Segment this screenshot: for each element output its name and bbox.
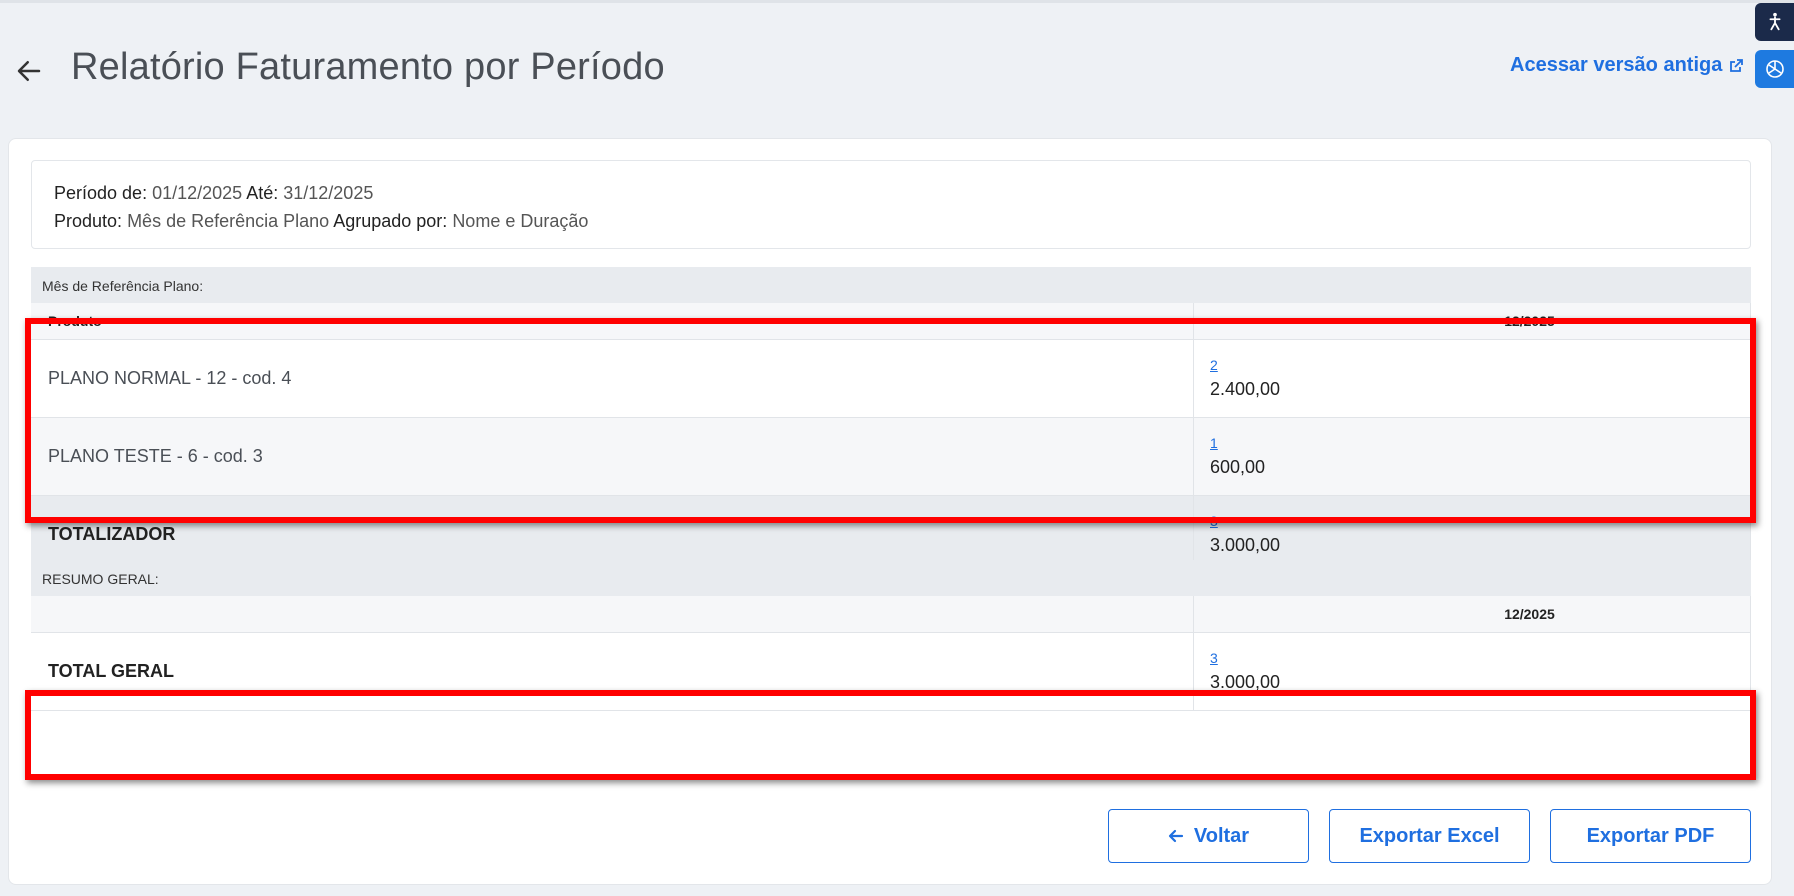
amount: 600,00 <box>1210 456 1266 477</box>
summary-col-period: 12/2025 <box>1193 596 1751 633</box>
total-amount: 3.000,00 <box>1210 534 1281 555</box>
ai-assistant-button[interactable] <box>1755 50 1794 88</box>
arrow-left-icon <box>1168 829 1183 843</box>
grand-total-amount: 3.000,00 <box>1210 671 1281 692</box>
export-pdf-label: Exportar PDF <box>1586 824 1715 847</box>
table-row: PLANO NORMAL - 12 - cod. 4 2 2.400,00 <box>31 339 1751 418</box>
summary-col-empty <box>31 596 1194 633</box>
report-section: Mês de Referência Plano: Produto 12/2025… <box>31 267 1751 574</box>
filter-summary: Período de: 01/12/2025 Até: 31/12/2025 P… <box>31 160 1751 249</box>
export-pdf-button[interactable]: Exportar PDF <box>1550 809 1751 863</box>
period-line: Período de: 01/12/2025 Até: 31/12/2025 <box>54 179 1728 207</box>
grouped-value: Nome e Duração <box>452 211 589 231</box>
page-header: Relatório Faturamento por Período Acessa… <box>0 30 1794 110</box>
top-divider <box>0 0 1794 3</box>
grand-total-label: TOTAL GERAL <box>31 632 1194 711</box>
grand-total-count-link[interactable]: 3 <box>1210 650 1750 666</box>
product-line: Produto: Mês de Referência Plano Agrupad… <box>54 207 1728 235</box>
ai-assistant-icon <box>1765 60 1784 78</box>
col-period: 12/2025 <box>1193 303 1751 340</box>
count-link[interactable]: 2 <box>1210 357 1750 373</box>
summary-header-row: 12/2025 <box>31 596 1751 633</box>
period-from: 01/12/2025 <box>152 183 243 203</box>
period-label: Período de: <box>54 183 148 203</box>
external-link-icon <box>1730 59 1744 72</box>
export-excel-button[interactable]: Exportar Excel <box>1329 809 1530 863</box>
until-label: Até: <box>246 183 279 203</box>
accessibility-icon <box>1769 12 1780 31</box>
page-title: Relatório Faturamento por Período <box>71 46 665 88</box>
table-header-row: Produto 12/2025 <box>31 303 1751 340</box>
period-to: 31/12/2025 <box>283 183 374 203</box>
table-row: PLANO TESTE - 6 - cod. 3 1 600,00 <box>31 417 1751 496</box>
summary-title: RESUMO GERAL: <box>31 560 1751 596</box>
old-version-link[interactable]: Acessar versão antiga <box>1510 54 1744 77</box>
back-button[interactable]: Voltar <box>1108 809 1309 863</box>
product-name: PLANO NORMAL - 12 - cod. 4 <box>31 339 1194 418</box>
report-table: Produto 12/2025 PLANO NORMAL - 12 - cod.… <box>31 303 1751 574</box>
back-label: Voltar <box>1193 824 1250 847</box>
report-card: Período de: 01/12/2025 Até: 31/12/2025 P… <box>8 138 1772 885</box>
section-title: Mês de Referência Plano: <box>31 267 1751 303</box>
grouped-label: Agrupado por: <box>333 211 448 231</box>
product-label: Produto: <box>54 211 123 231</box>
value-cell: 2 2.400,00 <box>1193 339 1751 418</box>
count-link[interactable]: 1 <box>1210 435 1750 451</box>
summary-table: 12/2025 TOTAL GERAL 3 3.000,00 <box>31 596 1751 711</box>
product-name: PLANO TESTE - 6 - cod. 3 <box>31 417 1194 496</box>
col-product: Produto <box>31 303 1194 340</box>
back-arrow-icon[interactable] <box>14 56 44 86</box>
export-excel-label: Exportar Excel <box>1359 824 1500 847</box>
grand-total-row: TOTAL GERAL 3 3.000,00 <box>31 632 1751 711</box>
summary-section: RESUMO GERAL: 12/2025 TOTAL GERAL 3 3.00… <box>31 560 1751 711</box>
old-version-label: Acessar versão antiga <box>1510 54 1723 76</box>
grand-total-cell: 3 3.000,00 <box>1193 632 1751 711</box>
amount: 2.400,00 <box>1210 378 1281 399</box>
value-cell: 1 600,00 <box>1193 417 1751 496</box>
product-value: Mês de Referência Plano <box>127 211 330 231</box>
accessibility-button[interactable] <box>1755 3 1794 41</box>
total-count-link[interactable]: 3 <box>1210 513 1750 529</box>
